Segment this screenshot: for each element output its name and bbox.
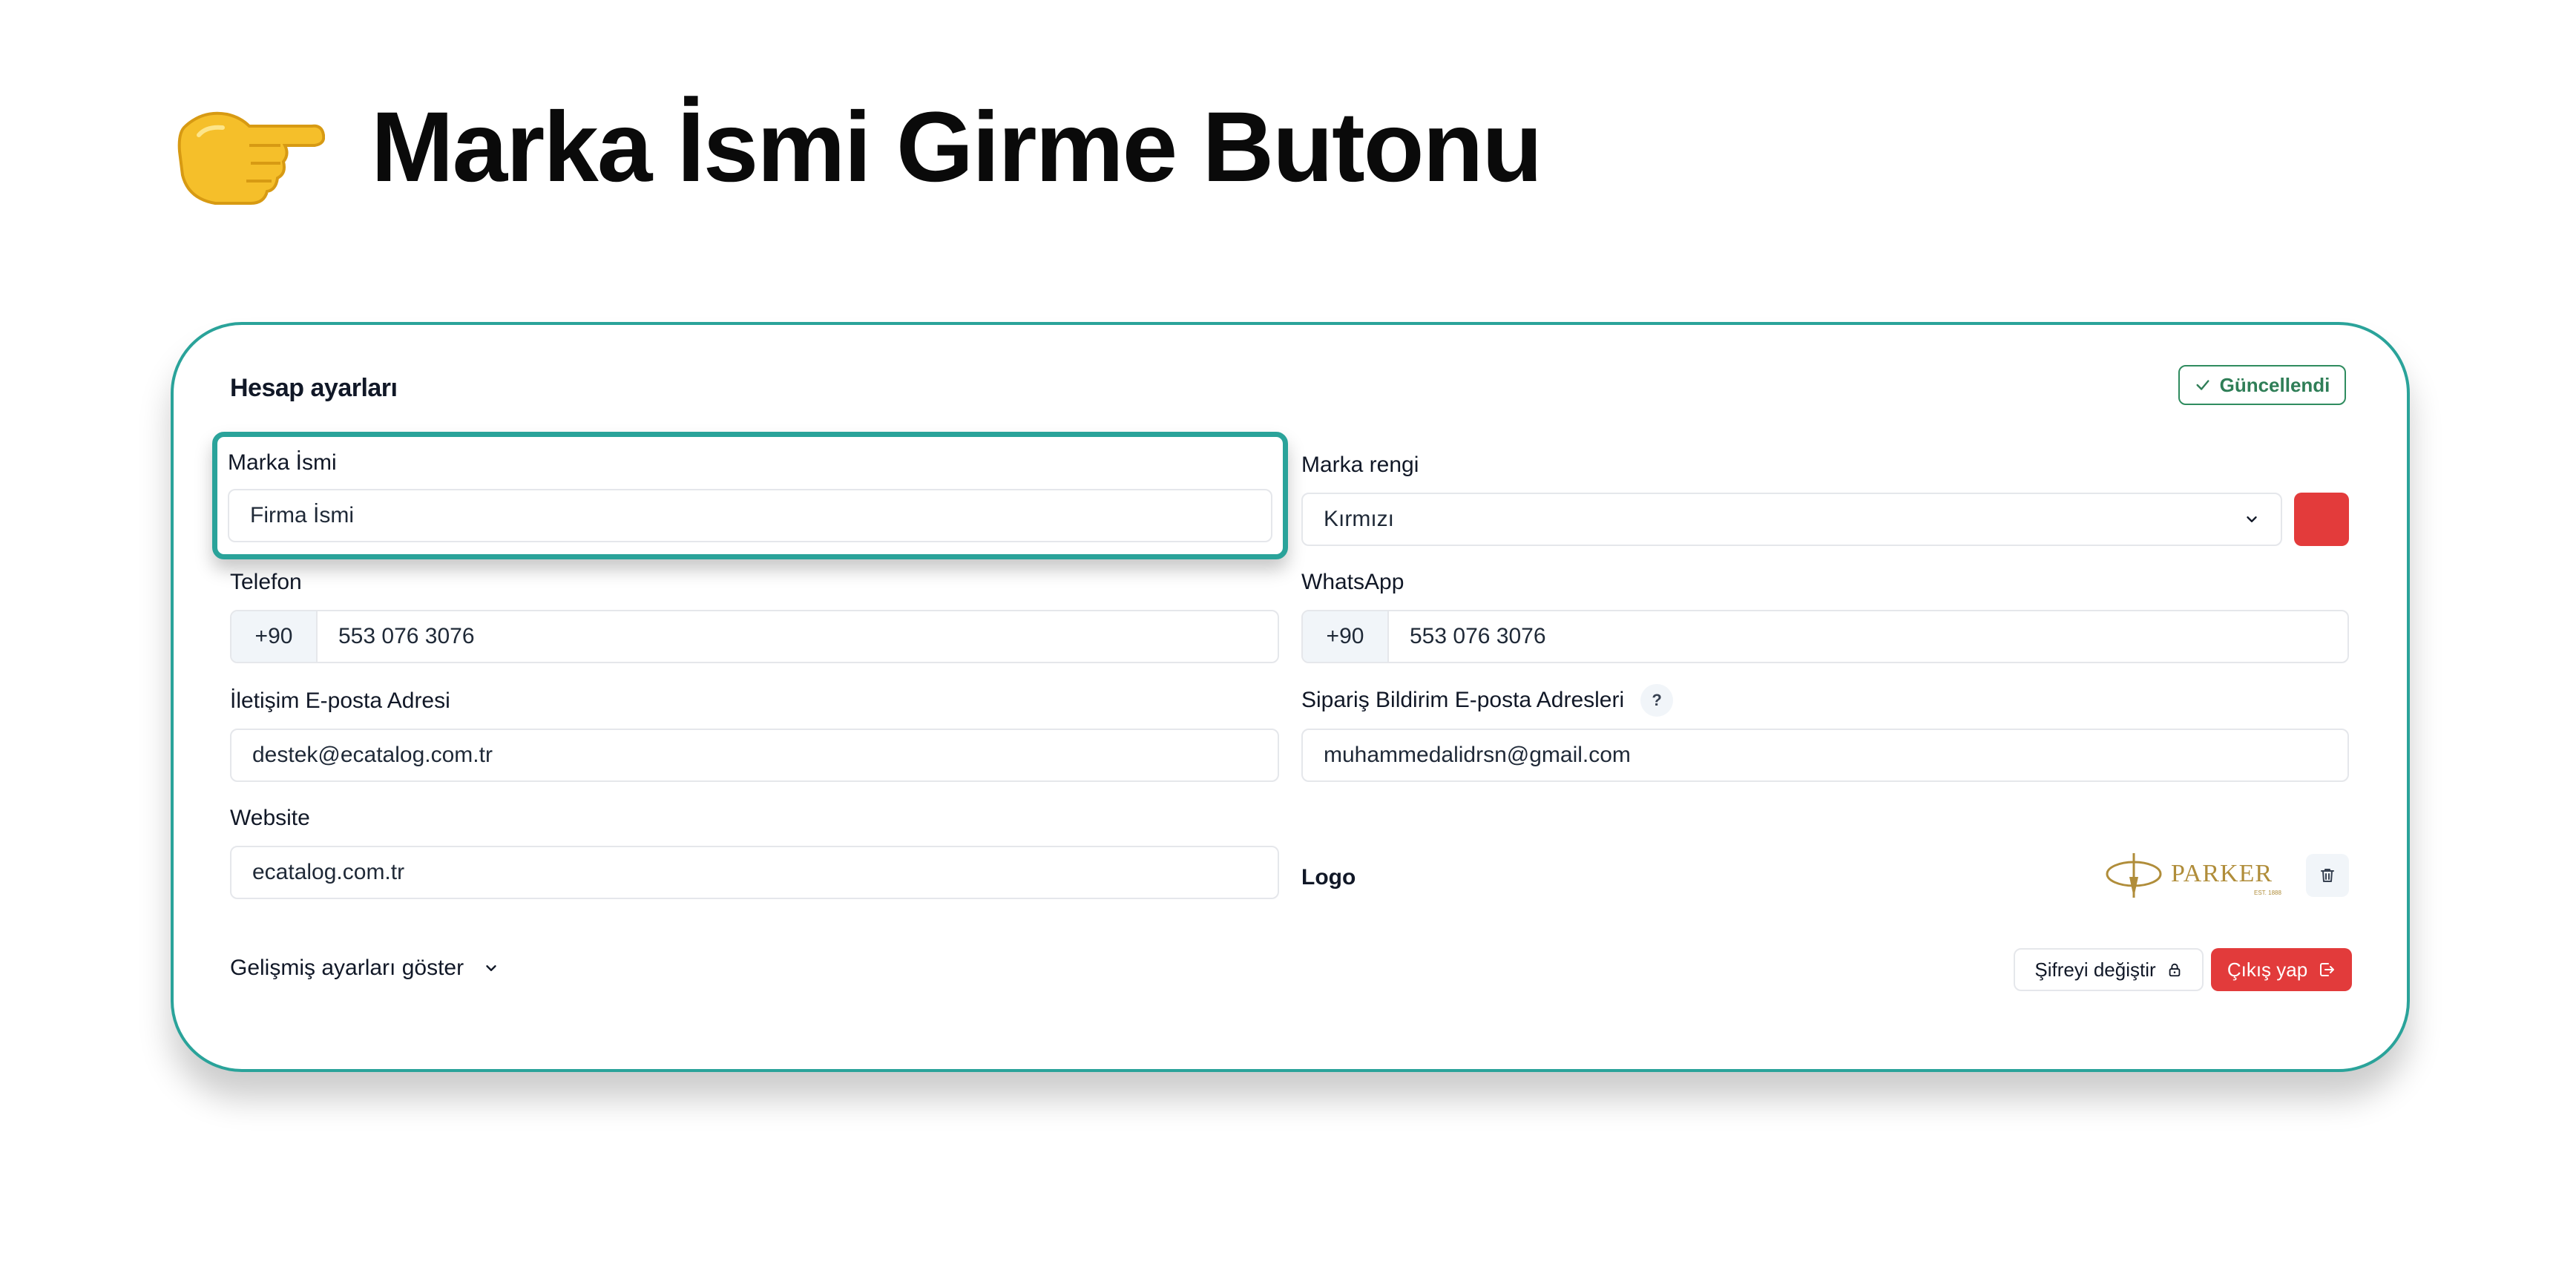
delete-logo-button[interactable] [2306,854,2349,897]
whatsapp-input[interactable]: 553 076 3076 [1389,611,1546,662]
contact-email-input[interactable]: destek@ecatalog.com.tr [230,729,1279,782]
phone-input[interactable]: 553 076 3076 [318,611,475,662]
chevron-down-icon [486,965,496,971]
parker-logo: PARKER EST. 1888 [2106,853,2281,898]
updated-button[interactable]: Güncellendi [2178,365,2346,405]
brand-color-swatch[interactable] [2294,493,2349,546]
whatsapp-label: WhatsApp [1301,570,1404,594]
trash-icon [2321,869,2334,882]
website-label: Website [230,806,310,830]
whatsapp-prefix: +90 [1303,611,1389,662]
brand-name-highlight: Marka İsmi Firma İsmi [212,432,1288,559]
pointing-hand-icon [177,111,325,205]
check-icon [2196,380,2209,390]
card-title: Hesap ayarları [230,374,398,402]
order-email-label: Sipariş Bildirim E-posta Adresleri [1301,688,1625,712]
brand-name-input[interactable]: Firma İsmi [228,489,1272,542]
brand-color-label: Marka rengi [1301,453,1419,477]
advanced-settings-label: Gelişmiş ayarları göster [230,956,464,980]
page-title: Marka İsmi Girme Butonu [371,91,1542,203]
logo-brand-text: PARKER [2171,860,2273,887]
change-password-label: Şifreyi değiştir [2034,958,2156,981]
brand-name-label: Marka İsmi [228,450,337,475]
updated-label: Güncellendi [2219,373,2330,396]
website-input[interactable]: ecatalog.com.tr [230,846,1279,899]
advanced-settings-toggle[interactable]: Gelişmiş ayarları göster [230,956,499,981]
contact-email-label: İletişim E-posta Adresi [230,688,450,713]
phone-field[interactable]: +90 553 076 3076 [230,610,1279,663]
brand-color-value: Kırmızı [1324,507,1394,531]
phone-prefix: +90 [231,611,318,662]
account-settings-card: Hesap ayarları Güncellendi Marka İsmi Fi… [171,322,2410,1072]
change-password-button[interactable]: Şifreyi değiştir [2014,948,2204,991]
logout-label: Çıkış yap [2227,958,2308,981]
logout-icon [2320,963,2335,976]
logo-brand-subtext: EST. 1888 [2254,890,2281,896]
phone-label: Telefon [230,570,302,594]
order-email-label-row: Sipariş Bildirim E-posta Adresleri ? [1301,684,1674,717]
brand-color-select[interactable]: Kırmızı [1301,493,2282,546]
whatsapp-field[interactable]: +90 553 076 3076 [1301,610,2349,663]
help-icon[interactable]: ? [1640,684,1674,717]
logout-button[interactable]: Çıkış yap [2211,948,2352,991]
order-email-input[interactable]: muhammedalidrsn@gmail.com [1301,729,2349,782]
page-heading: Marka İsmi Girme Butonu [169,80,1542,214]
logo-label: Logo [1301,865,1356,890]
lock-icon [2169,963,2180,977]
chevron-down-icon [2247,516,2257,522]
